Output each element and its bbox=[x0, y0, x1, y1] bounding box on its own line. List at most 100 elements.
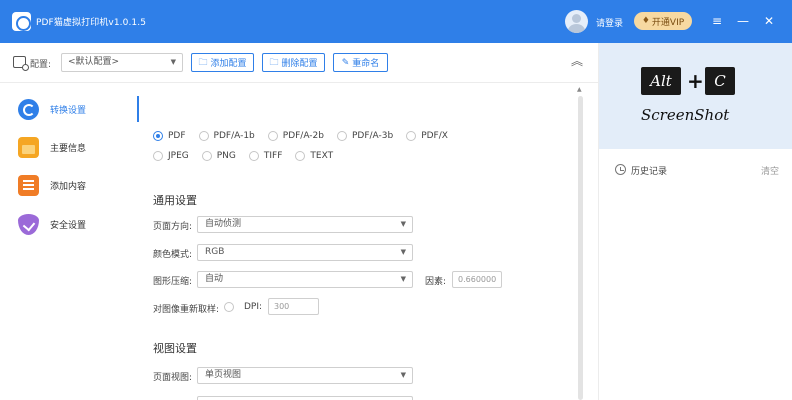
radio-jpeg[interactable]: JPEG bbox=[153, 151, 189, 161]
clock-icon bbox=[615, 164, 626, 175]
sidebar-item-main-info[interactable]: 主要信息 bbox=[0, 130, 137, 164]
radio-pdf-a-1b[interactable]: PDF/A-1b bbox=[198, 131, 255, 141]
orientation-select[interactable]: 自动侦测 ▼ bbox=[197, 216, 413, 233]
toolbar: 配置: <默认配置> ▼ 🗀 添加配置 🗀 删除配置 ✎ 重命名 ︽ bbox=[0, 43, 598, 83]
screenshot-caption: ScreenShot bbox=[641, 106, 730, 124]
scrollbar[interactable] bbox=[578, 96, 583, 400]
collapse-chevron-icon[interactable]: ︽ bbox=[570, 54, 584, 68]
plus-sign: + bbox=[687, 69, 704, 93]
orientation-label: 页面方向: bbox=[153, 222, 193, 232]
radio-png[interactable]: PNG bbox=[201, 151, 236, 161]
scroll-up-icon[interactable]: ▲ bbox=[577, 86, 582, 93]
sidebar-item-label: 安全设置 bbox=[50, 221, 87, 231]
radio-label: PDF/A-1b bbox=[213, 131, 255, 141]
config-select[interactable]: <默认配置> ▼ bbox=[61, 53, 183, 72]
app-logo-icon bbox=[12, 12, 31, 31]
color-mode-value: RGB bbox=[205, 247, 225, 257]
sidebar-item-label: 添加内容 bbox=[50, 182, 87, 192]
vip-button[interactable]: ♦ 开通VIP bbox=[634, 12, 692, 30]
radio-dot[interactable] bbox=[224, 302, 234, 312]
radio-dot[interactable] bbox=[201, 151, 212, 161]
sidebar: 转换设置 主要信息 添加内容 安全设置 bbox=[0, 84, 137, 400]
radio-dot[interactable] bbox=[198, 131, 209, 141]
radio-dot[interactable] bbox=[267, 131, 278, 141]
config-select-value: <默认配置> bbox=[68, 57, 120, 67]
page-view-label: 页面视图: bbox=[153, 373, 193, 383]
rename-button[interactable]: ✎ 重命名 bbox=[333, 53, 388, 72]
menu-icon[interactable]: ≡ bbox=[708, 12, 726, 30]
avatar[interactable] bbox=[565, 10, 588, 33]
radio-label: TIFF bbox=[263, 151, 283, 161]
radio-text[interactable]: TEXT bbox=[295, 151, 333, 161]
format-row-1: PDF PDF/A-1b PDF/A-2b PDF/A-3b PDF/X bbox=[153, 131, 461, 141]
config-icon bbox=[13, 56, 29, 71]
resample-label: 对图像重新取样: bbox=[153, 305, 220, 315]
caret-down-icon: ▼ bbox=[400, 248, 406, 256]
folder-icon bbox=[18, 137, 39, 158]
radio-label: JPEG bbox=[168, 151, 189, 161]
next-select[interactable] bbox=[197, 396, 413, 400]
c-key: C bbox=[705, 67, 735, 95]
sidebar-item-security[interactable]: 安全设置 bbox=[0, 207, 137, 241]
caret-down-icon: ▼ bbox=[170, 58, 176, 66]
compression-label: 图形压缩: bbox=[153, 277, 193, 287]
radio-label: PDF/X bbox=[421, 131, 448, 141]
sidebar-item-convert[interactable]: 转换设置 bbox=[0, 92, 137, 126]
folder-add-icon: 🗀 bbox=[198, 57, 208, 68]
radio-dot[interactable] bbox=[153, 131, 163, 141]
general-settings-title: 通用设置 bbox=[153, 194, 197, 207]
shield-icon bbox=[18, 214, 39, 235]
history-label: 历史记录 bbox=[631, 167, 668, 177]
radio-label: PDF bbox=[168, 131, 186, 141]
sidebar-item-label: 转换设置 bbox=[50, 106, 87, 116]
resample-toggle[interactable] bbox=[224, 302, 234, 312]
vip-button-label: 开通VIP bbox=[651, 17, 685, 28]
caret-down-icon: ▼ bbox=[400, 371, 406, 379]
login-link[interactable]: 请登录 bbox=[596, 16, 623, 29]
sidebar-item-add-content[interactable]: 添加内容 bbox=[0, 168, 137, 202]
convert-icon bbox=[18, 99, 39, 120]
sidebar-item-label: 主要信息 bbox=[50, 144, 87, 154]
format-row-2: JPEG PNG TIFF TEXT bbox=[153, 151, 346, 161]
close-icon[interactable]: ✕ bbox=[760, 12, 778, 30]
caret-down-icon: ▼ bbox=[400, 220, 406, 228]
radio-label: PDF/A-2b bbox=[282, 131, 324, 141]
color-mode-label: 颜色模式: bbox=[153, 250, 193, 260]
orientation-value: 自动侦测 bbox=[205, 219, 242, 229]
color-mode-select[interactable]: RGB ▼ bbox=[197, 244, 413, 261]
page-view-value: 单页视图 bbox=[205, 370, 242, 380]
folder-delete-icon: 🗀 bbox=[269, 57, 279, 68]
radio-dot[interactable] bbox=[406, 131, 417, 141]
compression-select[interactable]: 自动 ▼ bbox=[197, 271, 413, 288]
page-view-select[interactable]: 单页视图 ▼ bbox=[197, 367, 413, 384]
radio-label: PNG bbox=[216, 151, 236, 161]
title-bar: PDF猫虚拟打印机v1.0.1.5 请登录 ♦ 开通VIP ≡ — ✕ bbox=[0, 0, 792, 43]
minimize-icon[interactable]: — bbox=[734, 12, 752, 30]
caret-down-icon: ▼ bbox=[400, 275, 406, 283]
compression-value: 自动 bbox=[205, 274, 224, 284]
radio-label: PDF/A-3b bbox=[351, 131, 394, 141]
add-config-label: 添加配置 bbox=[210, 59, 247, 69]
edit-icon: ✎ bbox=[341, 57, 350, 68]
diamond-icon: ♦ bbox=[641, 16, 650, 26]
radio-pdf-a-3b[interactable]: PDF/A-3b bbox=[336, 131, 394, 141]
factor-input[interactable]: 0.660000 bbox=[452, 271, 502, 288]
add-config-button[interactable]: 🗀 添加配置 bbox=[191, 53, 254, 72]
radio-tiff[interactable]: TIFF bbox=[248, 151, 283, 161]
clear-history-link[interactable]: 清空 bbox=[761, 164, 779, 177]
radio-dot[interactable] bbox=[248, 151, 259, 161]
factor-label: 因素: bbox=[425, 277, 447, 287]
delete-config-label: 删除配置 bbox=[281, 59, 318, 69]
radio-label: TEXT bbox=[310, 151, 334, 161]
delete-config-button[interactable]: 🗀 删除配置 bbox=[262, 53, 325, 72]
document-icon bbox=[18, 175, 39, 196]
radio-dot[interactable] bbox=[295, 151, 306, 161]
radio-pdf-x[interactable]: PDF/X bbox=[406, 131, 448, 141]
radio-dot[interactable] bbox=[153, 151, 163, 161]
rename-label: 重命名 bbox=[352, 59, 380, 69]
radio-pdf[interactable]: PDF bbox=[153, 131, 186, 141]
dpi-input[interactable]: 300 bbox=[268, 298, 319, 315]
radio-dot[interactable] bbox=[336, 131, 347, 141]
radio-pdf-a-2b[interactable]: PDF/A-2b bbox=[267, 131, 324, 141]
right-panel: Alt + C ScreenShot 历史记录 清空 bbox=[598, 43, 792, 400]
